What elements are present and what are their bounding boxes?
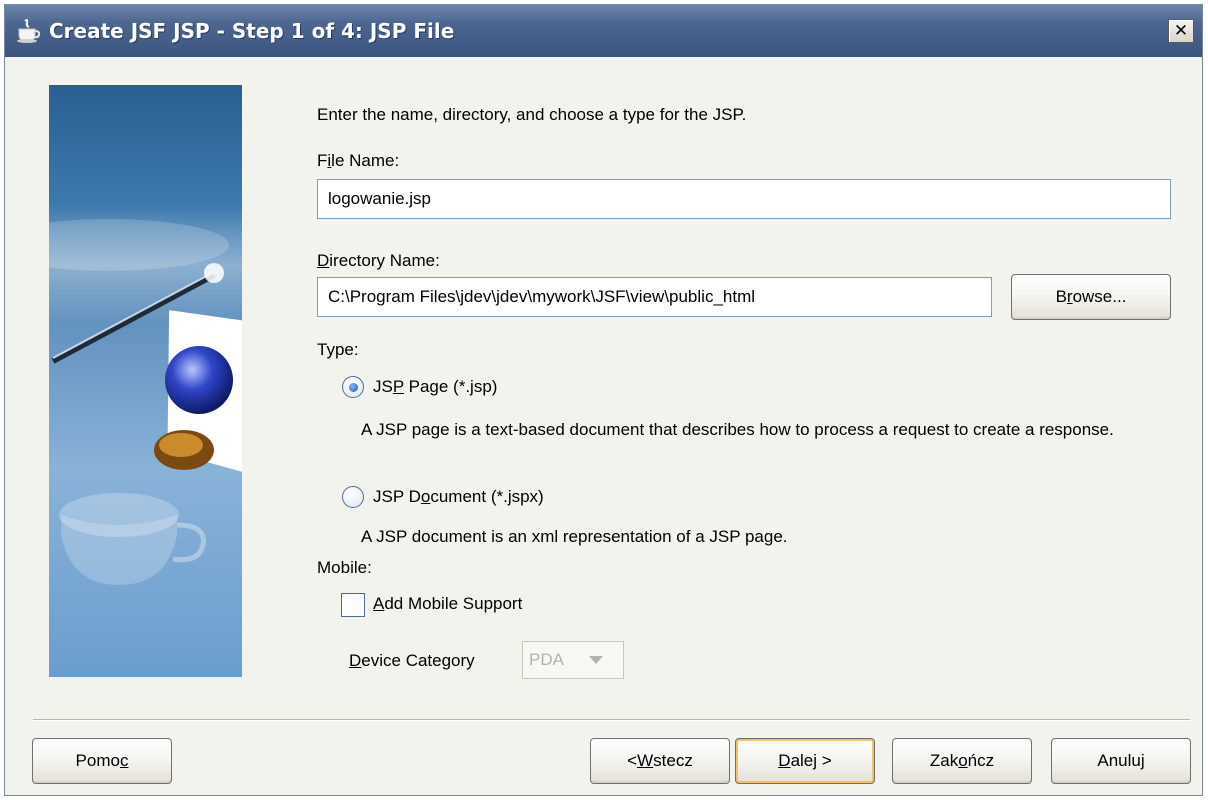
add-mobile-support-label[interactable]: Add Mobile Support bbox=[373, 594, 522, 614]
file-name-label: File Name: bbox=[317, 151, 400, 170]
jsp-page-radio[interactable] bbox=[342, 376, 364, 398]
finish-button[interactable]: Zak o ńcz bbox=[892, 738, 1032, 784]
jsp-page-option-label[interactable]: JSP Page (*.jsp) bbox=[373, 377, 497, 397]
mobile-label: Mobile: bbox=[317, 558, 372, 577]
coffee-cup-icon bbox=[15, 17, 43, 45]
device-category-label: Device Category bbox=[349, 651, 475, 670]
chevron-down-icon bbox=[589, 656, 603, 664]
window-title: Create JSF JSP - Step 1 of 4: JSP File bbox=[49, 19, 455, 43]
jsp-document-option-label[interactable]: JSP Document (*.jspx) bbox=[373, 487, 544, 507]
create-jsf-jsp-dialog: Create JSF JSP - Step 1 of 4: JSP File ✕ bbox=[4, 4, 1203, 796]
directory-name-input[interactable]: C:\Program Files\jdev\jdev\mywork\JSF\vi… bbox=[317, 277, 992, 317]
browse-button[interactable]: Br owse... bbox=[1011, 274, 1171, 320]
file-name-input[interactable]: logowanie.jsp bbox=[317, 179, 1171, 219]
wizard-banner-image bbox=[49, 85, 242, 677]
next-button[interactable]: Dalej > bbox=[735, 738, 875, 784]
close-icon: ✕ bbox=[1173, 21, 1189, 41]
add-mobile-support-checkbox[interactable] bbox=[341, 593, 365, 617]
button-separator bbox=[33, 719, 1190, 721]
device-category-value: PDA bbox=[529, 650, 564, 669]
help-button[interactable]: Pomo c bbox=[32, 738, 172, 784]
jsp-page-description: A JSP page is a text-based document that… bbox=[361, 420, 1114, 439]
close-button[interactable]: ✕ bbox=[1168, 19, 1194, 43]
device-category-select[interactable]: PDA bbox=[522, 641, 624, 679]
intro-text: Enter the name, directory, and choose a … bbox=[317, 105, 747, 124]
back-button[interactable]: < Wstecz bbox=[590, 738, 730, 784]
cancel-button[interactable]: Anuluj bbox=[1051, 738, 1191, 784]
jsp-document-radio[interactable] bbox=[342, 486, 364, 508]
type-label: Type: bbox=[317, 340, 359, 359]
jsp-document-description: A JSP document is an xml representation … bbox=[361, 527, 788, 546]
directory-name-label: Directory Name: bbox=[317, 251, 440, 270]
title-bar[interactable]: Create JSF JSP - Step 1 of 4: JSP File ✕ bbox=[5, 5, 1202, 57]
